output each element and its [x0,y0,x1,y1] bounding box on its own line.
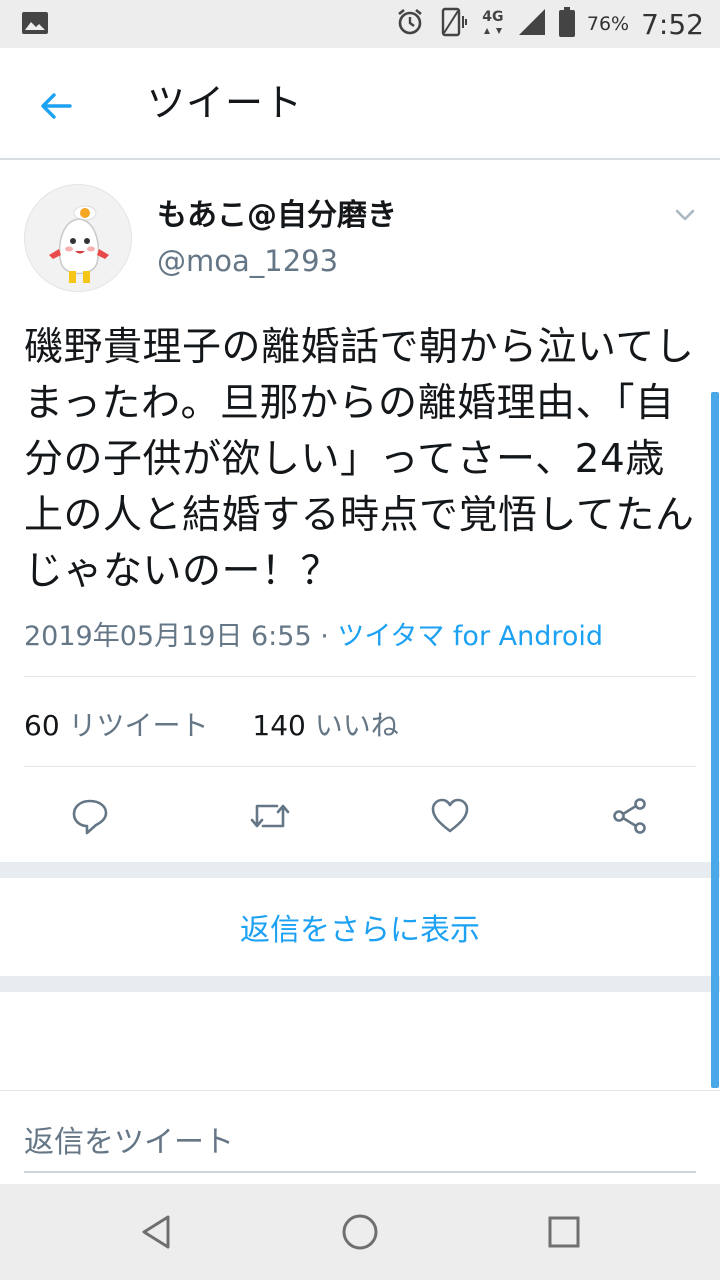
tweet-stats: 60 リツイート 140 いいね [24,704,399,744]
page-title: ツイート [147,81,304,125]
vibrate-icon [437,6,469,42]
gallery-icon [22,12,48,38]
recents-square-icon [548,1216,580,1248]
battery-percent: 76% [586,13,630,35]
share-button[interactable] [606,792,654,840]
tweet-text: 磯野貴理子の離婚話で朝から泣いてしまったわ。旦那からの離婚理由、「自分の子供が欲… [24,325,695,594]
divider [24,676,696,677]
meta-separator: · [320,621,329,652]
home-circle-icon [342,1214,378,1250]
tweet-meta: 2019年05月19日 6:55 · ツイタマ for Android [24,614,603,653]
reply-composer: 返信をツイート [0,1090,720,1184]
empty-area [0,992,720,1090]
clock: 7:52 [641,7,704,41]
like-icon [431,798,469,833]
retweet-count[interactable]: 60 [24,709,60,742]
like-label[interactable]: いいね [315,709,399,742]
section-separator [0,862,720,878]
signal-icon [517,7,547,41]
back-triangle-icon [142,1215,170,1249]
reply-icon [72,799,108,835]
tweet-detail: もあこ@自分磨き @moa_1293 磯野貴理子の離婚話で朝から泣いてしまったわ… [0,160,720,862]
chevron-down-icon[interactable] [670,200,700,230]
retweet-label[interactable]: リツイート [69,709,209,742]
back-button[interactable] [28,78,84,134]
reply-button[interactable] [66,792,114,840]
share-icon [613,798,646,834]
show-more-replies-button[interactable]: 返信をさらに表示 [0,878,720,976]
network-label: 4G [482,9,504,25]
user-handle[interactable]: @moa_1293 [157,244,338,278]
divider [24,766,696,767]
status-bar: 4G 76% 7:52 [0,0,720,48]
like-count[interactable]: 140 [252,709,305,742]
retweet-icon [250,804,290,828]
tweet-timestamp: 2019年05月19日 6:55 [24,621,312,652]
reply-input[interactable]: 返信をツイート [24,1117,234,1161]
display-name[interactable]: もあこ@自分磨き [157,190,397,234]
input-underline [24,1171,696,1173]
nav-recents-button[interactable] [540,1208,588,1256]
system-nav-bar [0,1184,720,1280]
alarm-icon [395,7,425,41]
nav-home-button[interactable] [336,1208,384,1256]
section-separator [0,976,720,992]
like-button[interactable] [426,792,474,840]
arrow-left-icon [41,93,72,119]
battery-icon [558,7,575,41]
avatar[interactable] [24,184,132,292]
retweet-button[interactable] [246,792,294,840]
scrollbar[interactable] [711,392,719,1088]
nav-back-button[interactable] [132,1208,180,1256]
tweet-actions [0,772,720,860]
source-app-link[interactable]: ツイタマ for Android [337,621,603,652]
app-bar: ツイート [0,48,720,160]
network-4g-icon: 4G [481,10,505,38]
